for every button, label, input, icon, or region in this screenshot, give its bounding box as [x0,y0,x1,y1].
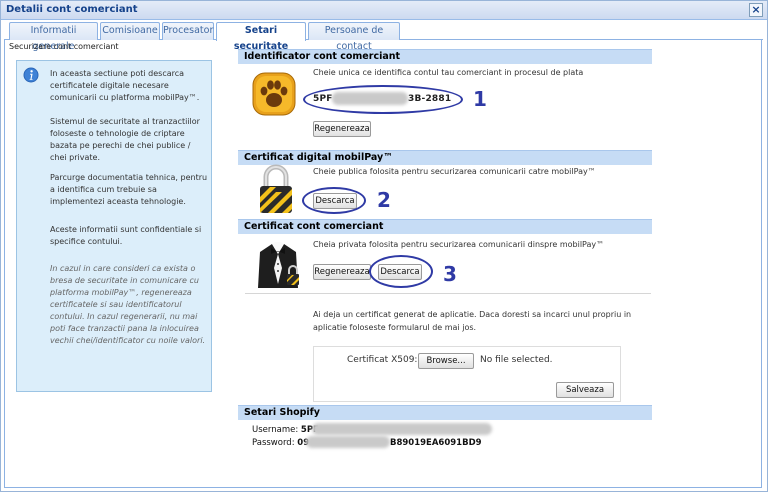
public-cert-header: Certificat digital mobilPay™ [238,150,652,165]
redacted-blur [312,423,492,435]
tab-fees[interactable]: Comisioane [100,22,160,40]
merchant-cert-note-line-1: Ai deja un certificat generat de aplicat… [313,310,632,319]
certificate-upload-form: Certificat X509: Browse... No file selec… [313,346,621,402]
annotation-ellipse-3 [369,255,433,288]
info-paragraph-4: Aceste informatii sunt confidentiale si … [50,225,202,246]
regenerate-merchant-cert-button[interactable]: Regenereaza [313,264,371,280]
redacted-blur [306,436,390,448]
annotation-ellipse-2 [302,187,366,214]
tab-processor[interactable]: Procesator [162,22,214,40]
merchant-cert-header: Certificat cont comerciant [238,219,652,234]
shopify-password-suffix: B89019EA6091BD9 [390,438,482,448]
info-icon [23,67,39,83]
window-title: Detalii cont comerciant [6,4,138,15]
certificate-upload-label: Certificat X509: [347,355,418,365]
annotation-number-2: 2 [377,188,391,212]
close-icon[interactable]: × [749,3,763,17]
butler-icon [258,242,299,288]
regenerate-identifier-button[interactable]: Regenereaza [313,121,371,137]
info-paragraph-5: In cazul in care consideri ca exista o b… [50,264,206,345]
shopify-username-label: Username: [252,425,299,435]
annotation-number-3: 3 [443,262,457,286]
file-status: No file selected. [480,355,553,365]
info-paragraph-2: Sistemul de securitate al tranzactiilor … [50,117,200,162]
shopify-password-label: Password: [252,438,295,448]
info-paragraph-1: In aceasta sectiune poti descarca certif… [50,69,200,102]
save-button[interactable]: Salveaza [556,382,614,398]
section-label: Securizare cont comerciant [9,42,119,51]
title-bar: Detalii cont comerciant × [1,1,767,20]
tab-strip: Informatii generale Comisioane Procesato… [5,20,763,52]
identifier-description: Cheie unica ce identifica contul tau com… [313,68,584,77]
browse-button[interactable]: Browse... [418,353,474,369]
annotation-number-1: 1 [473,87,487,111]
tab-general-info[interactable]: Informatii generale [9,22,98,52]
annotation-ellipse-1 [303,85,463,114]
shopify-password-row: Password: 09 [252,438,309,448]
merchant-cert-note-line-2: aplicatie foloseste formularul de mai jo… [313,323,477,332]
shopify-username-row: Username: 5PF [252,425,319,435]
paw-icon [252,72,296,116]
public-cert-description: Cheie publica folosita pentru securizare… [313,167,596,176]
shopify-header: Setari Shopify [238,405,652,420]
identifier-header: Identificator cont comerciant [238,49,652,64]
section-divider [245,293,651,294]
padlock-icon [260,164,292,213]
tab-contacts[interactable]: Persoane de contact [308,22,400,52]
info-paragraph-3: Parcurge documentatia tehnica, pentru a … [50,173,208,206]
merchant-cert-description: Cheia privata folosita pentru securizare… [313,240,605,249]
info-panel: In aceasta sectiune poti descarca certif… [16,60,212,392]
